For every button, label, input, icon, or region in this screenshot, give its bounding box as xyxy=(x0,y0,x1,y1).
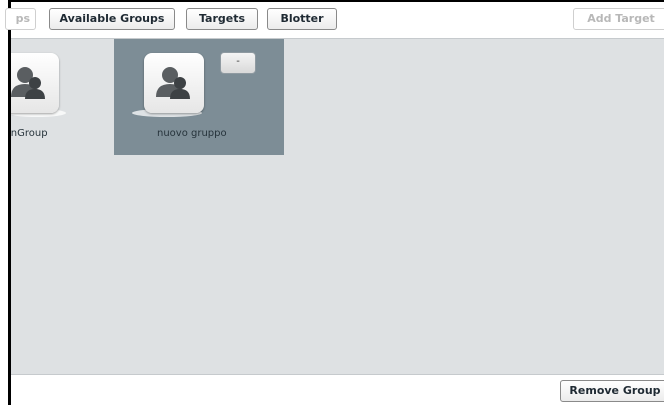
application-window: ps Available Groups Targets Blotter Add … xyxy=(0,0,664,406)
groups-tab-button[interactable]: ps xyxy=(5,8,36,30)
targets-button[interactable]: Targets xyxy=(186,8,258,30)
group-label: inGroup xyxy=(11,128,48,139)
group-tile-selected[interactable]: - nuovo gruppo xyxy=(114,39,284,155)
groups-panel: inGroup - nuovo gruppo xyxy=(11,38,664,375)
group-icon xyxy=(144,53,204,113)
remove-group-button[interactable]: Remove Group xyxy=(560,380,664,402)
toolbar: ps Available Groups Targets Blotter Add … xyxy=(5,2,664,39)
available-groups-button[interactable]: Available Groups xyxy=(49,8,175,30)
blotter-button[interactable]: Blotter xyxy=(267,8,337,30)
add-target-button[interactable]: Add Target xyxy=(573,8,664,30)
footer-bar: Remove Group xyxy=(11,374,664,406)
remove-member-button[interactable]: - xyxy=(220,52,256,74)
group-icon xyxy=(11,53,59,113)
group-label: nuovo gruppo xyxy=(157,128,227,139)
group-tile[interactable]: inGroup xyxy=(11,39,116,155)
